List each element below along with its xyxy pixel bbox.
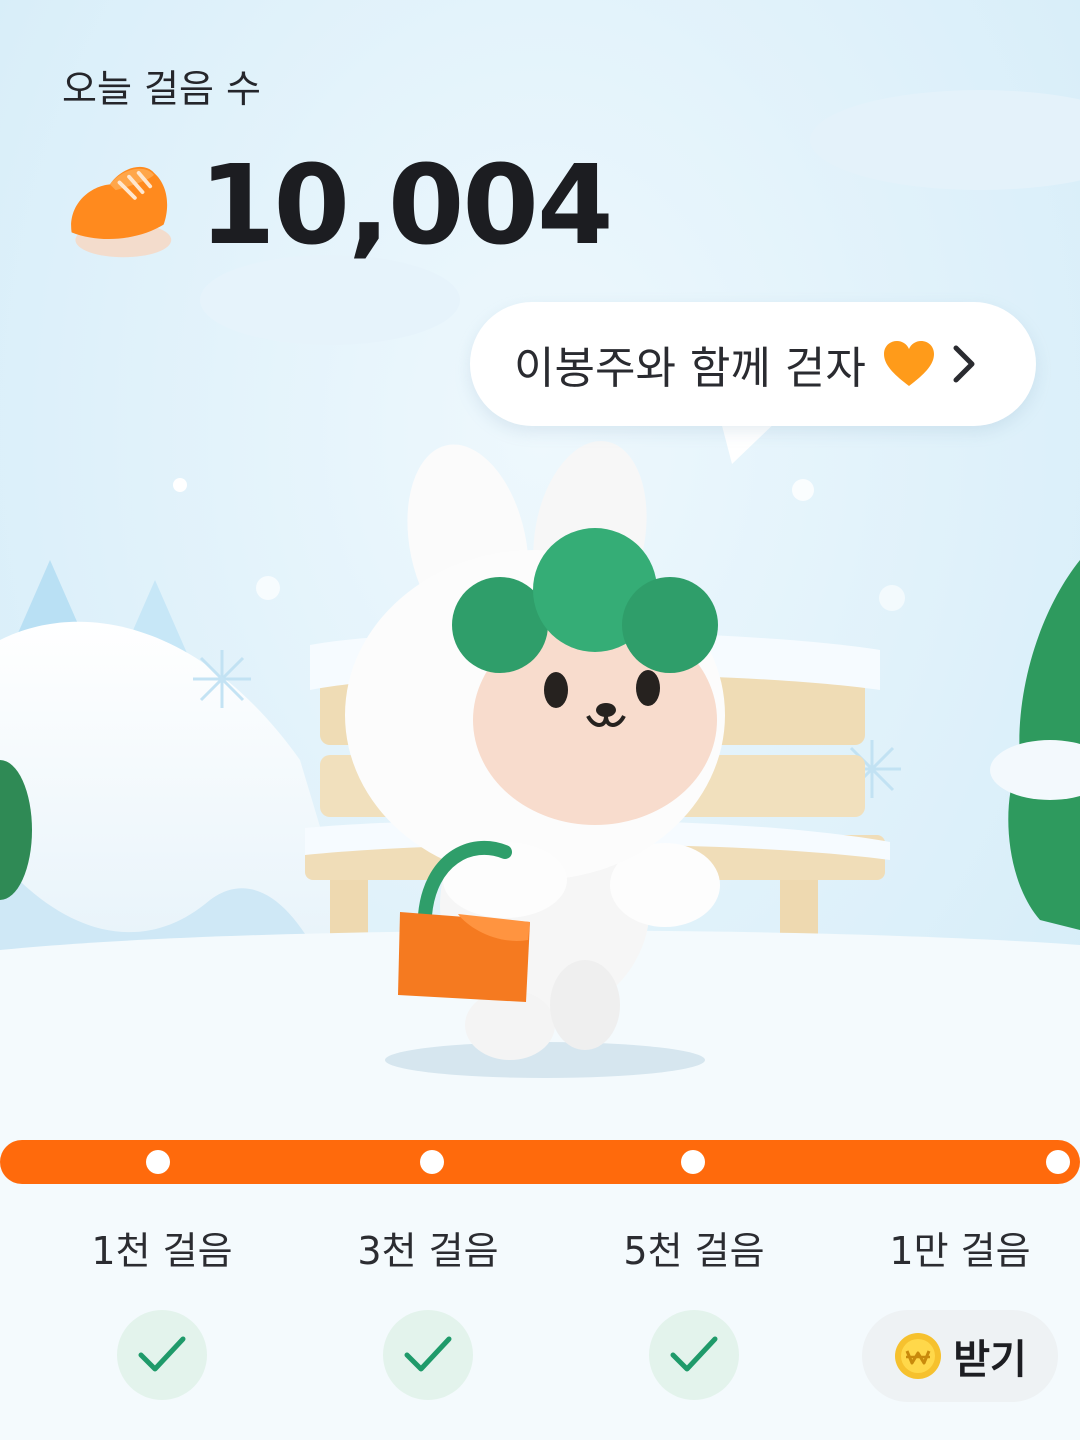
milestone-1000-done: [117, 1310, 207, 1400]
page-title: 오늘 걸음 수: [62, 67, 261, 111]
coin-icon: [895, 1333, 942, 1379]
bubble-text: 이봉주와 함께 걷자: [514, 343, 866, 394]
claim-reward-button[interactable]: 받기: [862, 1310, 1058, 1402]
step-count-value: 10,004: [199, 141, 613, 269]
milestone-3000-done: [383, 1310, 473, 1400]
shoe-icon: [71, 166, 172, 257]
milestone-dot: [1046, 1150, 1070, 1174]
milestone-dot: [681, 1150, 705, 1174]
chevron-right-icon: [953, 345, 975, 383]
milestone-label-10000: 1만 걸음: [889, 1229, 1031, 1273]
claim-label: 받기: [953, 1337, 1027, 1383]
milestone-labels: 1천 걸음 3천 걸음 5천 걸음 1만 걸음: [0, 1220, 1080, 1280]
milestone-progress-track: [0, 1140, 1080, 1184]
milestone-label-1000: 1천 걸음: [91, 1229, 233, 1273]
milestone-dot: [420, 1150, 444, 1174]
walk-with-bubble-button[interactable]: 이봉주와 함께 걷자: [470, 302, 1036, 426]
milestone-label-3000: 3천 걸음: [357, 1229, 499, 1273]
heart-icon: [883, 341, 934, 386]
check-icon: [670, 1336, 718, 1372]
step-count-row: 10,004: [62, 140, 613, 270]
milestone-dot: [146, 1150, 170, 1174]
milestone-5000-done: [649, 1310, 739, 1400]
check-icon: [138, 1336, 186, 1372]
milestone-label-5000: 5천 걸음: [623, 1229, 765, 1273]
check-icon: [404, 1336, 452, 1372]
